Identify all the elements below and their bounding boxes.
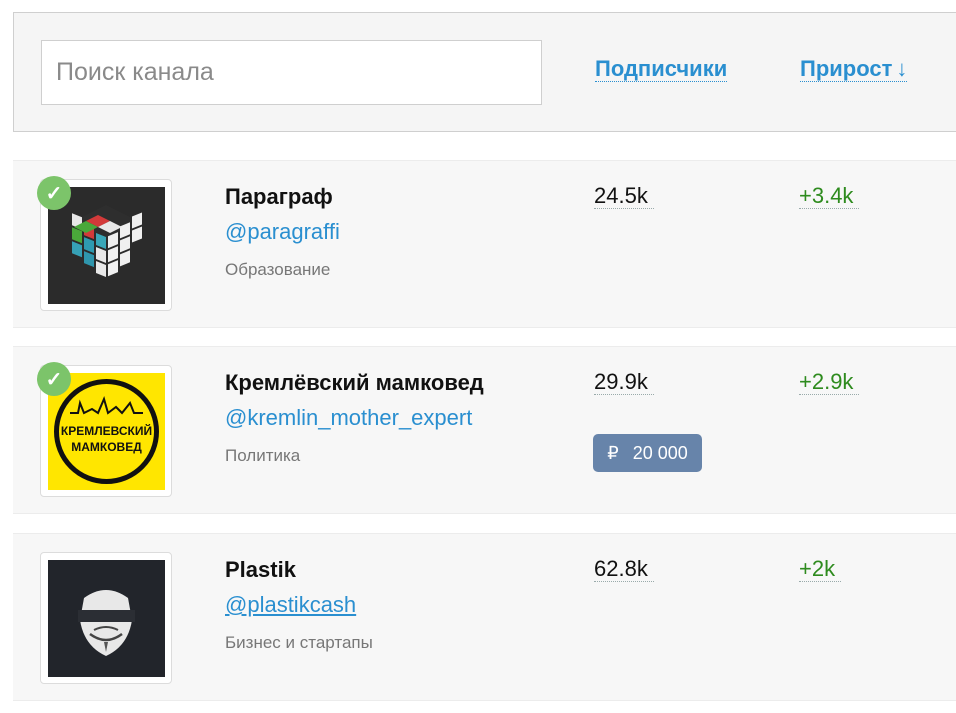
channel-avatar[interactable]: ✓: [37, 176, 172, 311]
channel-row: Plastik @plastikcash Бизнес и стартапы 6…: [13, 533, 956, 701]
channel-handle-link[interactable]: @paragraffi: [225, 219, 340, 245]
subscribers-count[interactable]: 62.8k: [594, 557, 654, 582]
subscribers-count[interactable]: 24.5k: [594, 184, 654, 209]
ruble-icon: ₽: [607, 442, 619, 463]
sort-growth-label: Прирост: [800, 56, 893, 81]
ad-price-amount: 20 000: [632, 442, 688, 463]
channel-avatar[interactable]: ✓ КРЕМЛЕВСКИЙ МАМКОВЕД: [37, 362, 172, 497]
search-header: Подписчики Прирост↓: [13, 12, 956, 132]
svg-text:КРЕМЛЕВСКИЙ: КРЕМЛЕВСКИЙ: [61, 423, 152, 438]
growth-count[interactable]: +3.4k: [799, 184, 860, 209]
sort-desc-arrow-icon: ↓: [896, 56, 908, 81]
channel-name[interactable]: Кремлёвский мамковед: [225, 370, 484, 396]
guy-fawkes-mask-icon: [48, 560, 165, 677]
growth-count[interactable]: +2k: [799, 557, 842, 582]
channel-category: Бизнес и стартапы: [225, 633, 373, 652]
svg-text:МАМКОВЕД: МАМКОВЕД: [71, 440, 142, 454]
growth-count[interactable]: +2.9k: [799, 370, 860, 395]
channel-row: ✓ КРЕМЛЕВСКИЙ МАМКОВЕД Кремлёвский мамко…: [13, 346, 956, 514]
subscribers-count[interactable]: 29.9k: [594, 370, 654, 395]
sort-subscribers-link[interactable]: Подписчики: [595, 57, 728, 82]
channel-category: Образование: [225, 260, 331, 279]
channel-avatar[interactable]: [40, 552, 172, 684]
verified-check-icon: ✓: [37, 362, 71, 396]
channel-search-input[interactable]: [41, 40, 542, 105]
channel-category: Политика: [225, 446, 301, 465]
channel-handle-link[interactable]: @kremlin_mother_expert: [225, 405, 472, 431]
channel-name[interactable]: Plastik: [225, 557, 296, 583]
channel-name[interactable]: Параграф: [225, 184, 333, 210]
verified-check-icon: ✓: [37, 176, 71, 210]
channel-handle-link[interactable]: @plastikcash: [225, 592, 356, 618]
channel-row: ✓ Параграф @paragraffi Образование 24.5k…: [13, 160, 956, 328]
sort-growth-link[interactable]: Прирост ↓: [800, 56, 908, 82]
ad-price-badge[interactable]: ₽ 20 000: [593, 434, 702, 472]
